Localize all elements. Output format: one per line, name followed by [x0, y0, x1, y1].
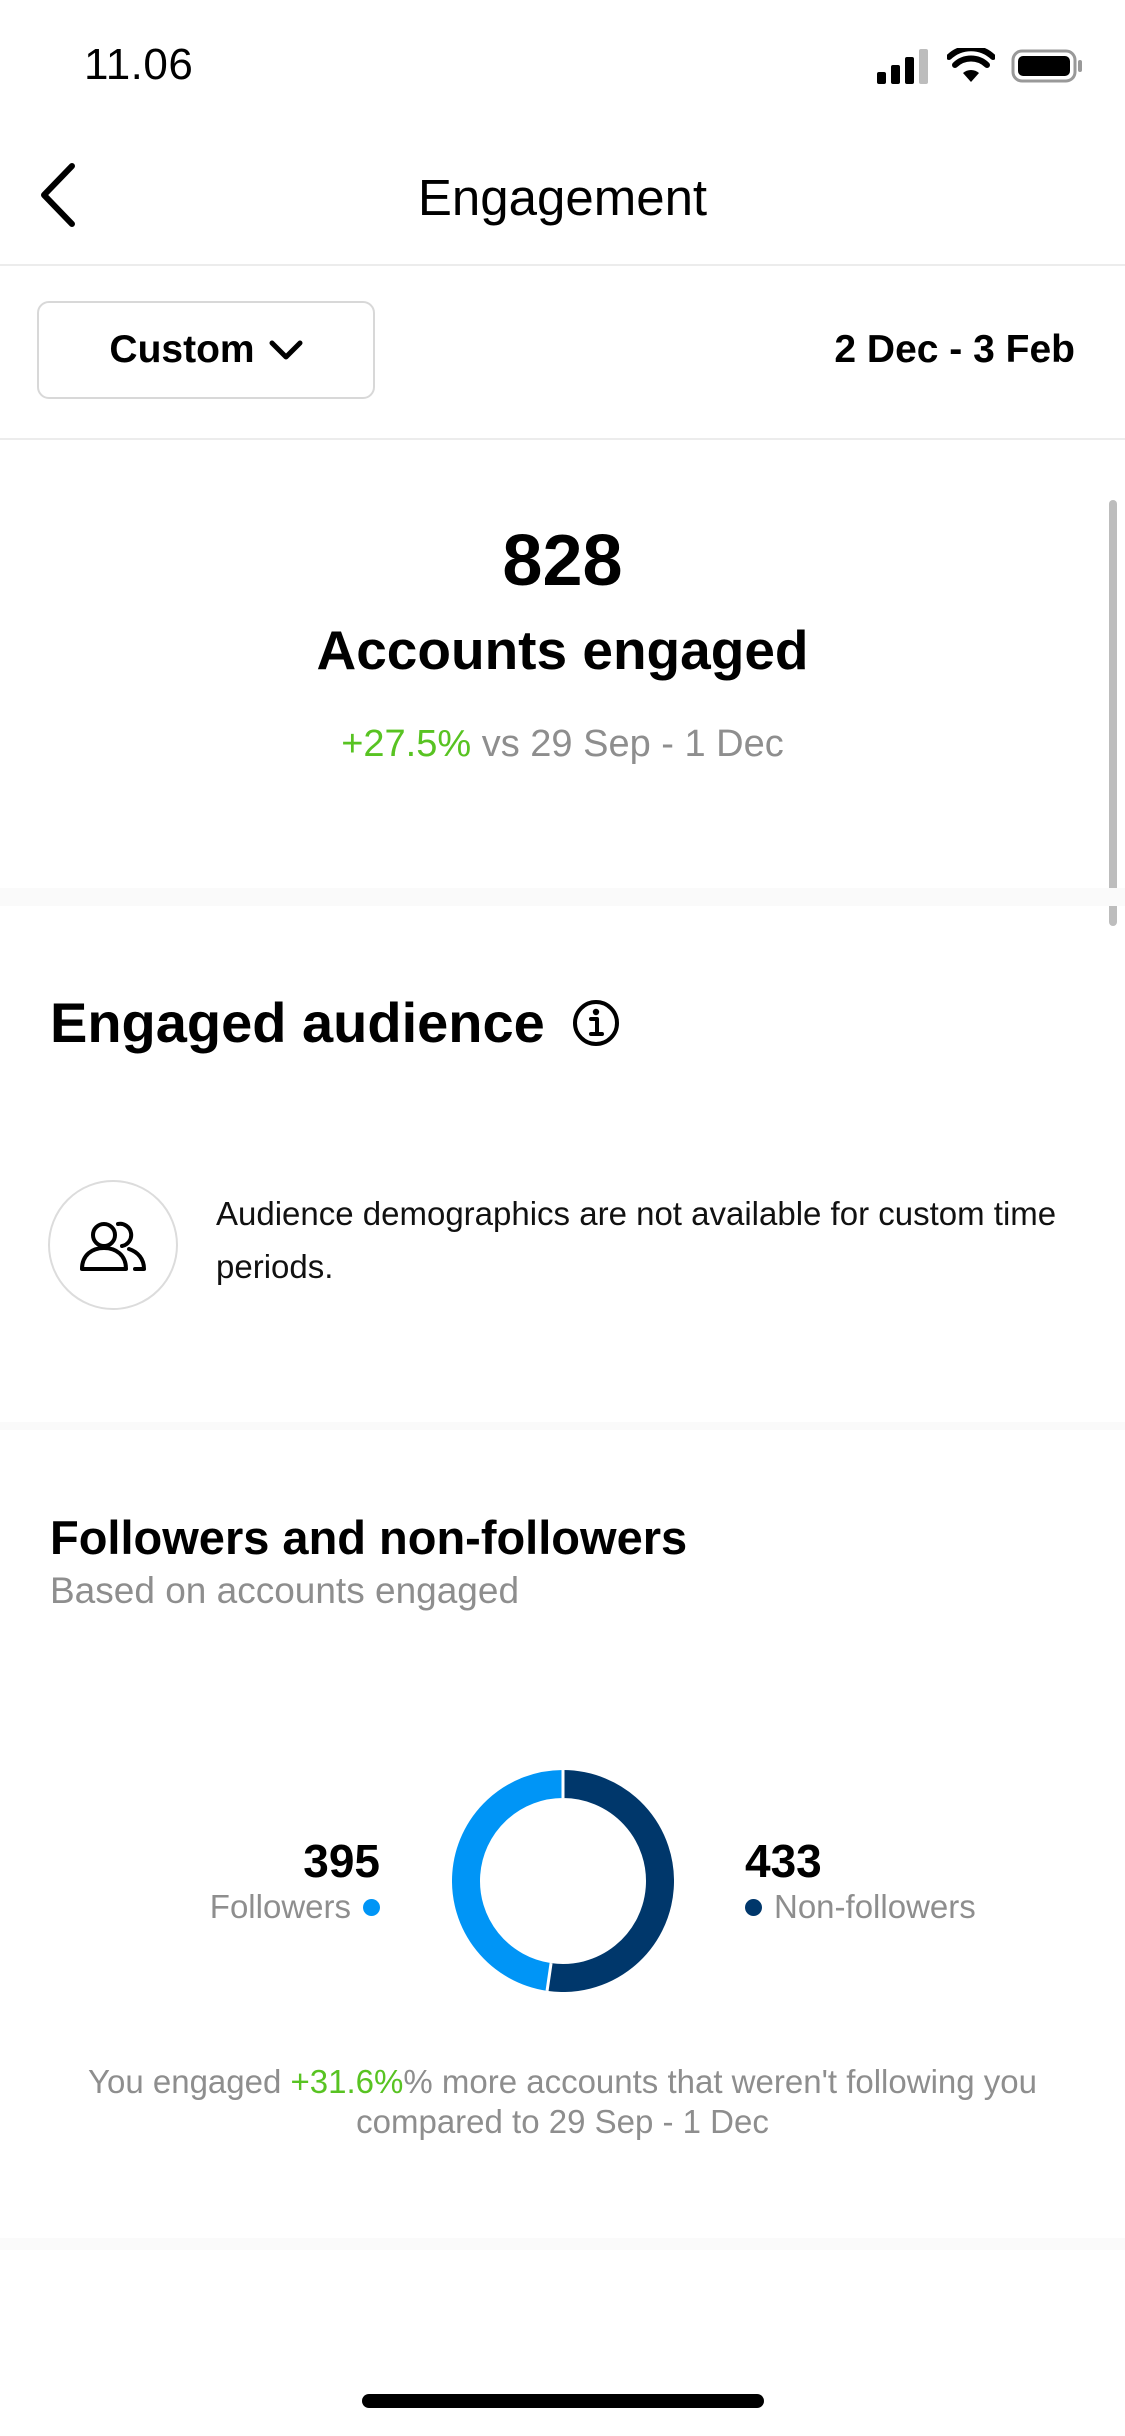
footnote-line1: % more accounts that weren't following y…	[403, 2063, 1037, 2100]
date-range-text: 2 Dec - 3 Feb	[834, 328, 1075, 371]
followers-value: 395	[303, 1835, 380, 1887]
followers-footnote: You engaged +31.6%% more accounts that w…	[0, 2062, 1125, 2142]
page-title: Engagement	[417, 169, 708, 226]
signal-icon	[877, 49, 928, 84]
non-followers-dot-icon	[745, 1898, 762, 1916]
audience-unavailable-message: Audience demographics are not available …	[216, 1195, 1057, 1285]
footnote-change: +31.6%	[290, 2063, 404, 2100]
non-followers-slice	[547, 1770, 674, 1992]
followers-section-title: Followers and non-followers	[50, 1511, 688, 1564]
section-divider	[0, 1422, 1125, 1430]
chevron-down-icon	[269, 340, 303, 360]
section-divider	[0, 2238, 1125, 2250]
followers-dot-icon	[363, 1898, 380, 1916]
footnote-prefix: You engaged	[88, 2063, 291, 2100]
date-range-dropdown-label: Custom	[109, 328, 255, 371]
comparison-period: vs 29 Sep - 1 Dec	[471, 723, 784, 765]
wifi-icon	[947, 48, 995, 82]
status-icons	[877, 48, 1083, 84]
home-indicator[interactable]	[362, 2394, 764, 2408]
section-divider	[0, 888, 1125, 906]
info-icon[interactable]	[571, 998, 621, 1048]
engaged-audience-title: Engaged audience	[50, 991, 545, 1054]
followers-legend: Followers	[210, 1888, 380, 1926]
non-followers-value: 433	[745, 1835, 822, 1887]
followers-section-subtitle: Based on accounts engaged	[50, 1570, 520, 1611]
change-percent: +27.5%	[341, 723, 472, 765]
engaged-audience-heading: Engaged audience	[50, 990, 621, 1055]
followers-label: Followers	[209, 1888, 351, 1925]
accounts-engaged-label: Accounts engaged	[316, 619, 809, 681]
non-followers-legend: Non-followers	[745, 1888, 976, 1926]
date-range-dropdown[interactable]: Custom	[37, 301, 375, 399]
non-followers-label: Non-followers	[774, 1888, 976, 1925]
accounts-engaged-comparison: +27.5% vs 29 Sep - 1 Dec	[0, 723, 1125, 766]
people-icon	[80, 1221, 146, 1271]
followers-slice	[452, 1770, 564, 1991]
status-time: 11.06	[84, 40, 194, 89]
followers-donut-chart	[452, 1770, 674, 1992]
audience-avatar	[48, 1180, 178, 1310]
battery-icon	[1011, 49, 1082, 83]
header-divider	[0, 264, 1125, 266]
filter-divider	[0, 438, 1125, 440]
footnote-line2: compared to 29 Sep - 1 Dec	[356, 2103, 769, 2140]
accounts-engaged-value: 828	[502, 521, 623, 601]
